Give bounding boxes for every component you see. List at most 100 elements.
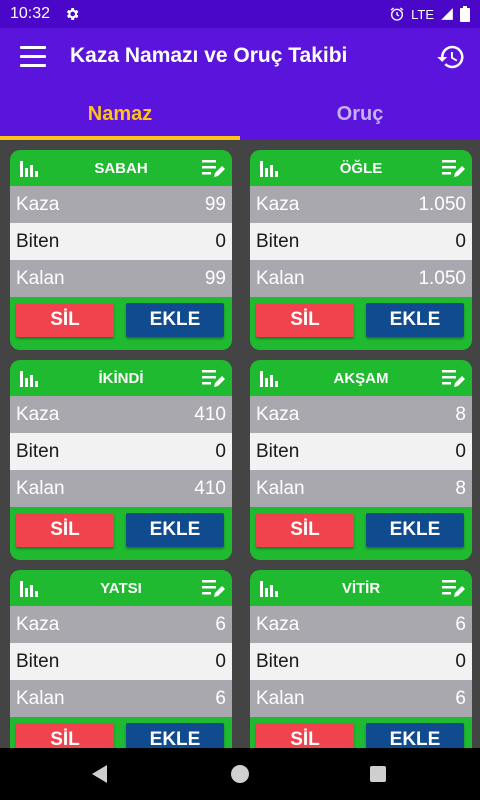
kaza-value: 99 <box>204 194 226 215</box>
card-title: VİTİR <box>341 579 381 597</box>
tab-oruc[interactable]: Oruç <box>240 88 480 140</box>
card-title: ÖĞLE <box>339 159 383 177</box>
biten-label: Biten <box>16 441 60 462</box>
edit-list-icon[interactable] <box>442 367 466 389</box>
bar-chart-icon[interactable] <box>20 579 38 597</box>
kalan-label: Kalan <box>16 268 65 289</box>
sil-button[interactable]: SİL <box>256 723 354 748</box>
card-header: VİTİR <box>250 570 472 606</box>
recents-icon[interactable] <box>370 766 386 782</box>
status-time: 10:32 <box>10 5 51 22</box>
navigation-bar <box>0 748 480 800</box>
card-title: İKİNDİ <box>98 369 144 387</box>
prayer-card: VİTİR Kaza 6 Biten 0 Kalan 6 SİL EKLE <box>250 570 472 748</box>
sil-button[interactable]: SİL <box>16 303 114 337</box>
kaza-label: Kaza <box>256 404 300 425</box>
edit-list-icon[interactable] <box>202 367 226 389</box>
biten-value: 0 <box>215 441 226 462</box>
bar-chart-icon[interactable] <box>20 369 38 387</box>
kaza-value: 6 <box>455 614 466 635</box>
biten-value: 0 <box>215 231 226 252</box>
edit-list-icon[interactable] <box>442 577 466 599</box>
kaza-label: Kaza <box>256 194 300 215</box>
ekle-button[interactable]: EKLE <box>126 303 224 337</box>
kalan-row: Kalan 6 <box>250 680 472 717</box>
prayer-card: SABAH Kaza 99 Biten 0 Kalan 99 SİL EKLE <box>10 150 232 350</box>
alarm-icon <box>390 7 404 21</box>
bar-chart-icon[interactable] <box>260 369 278 387</box>
tab-namaz[interactable]: Namaz <box>0 88 240 140</box>
biten-value: 0 <box>455 441 466 462</box>
app-bar: Kaza Namazı ve Oruç Takibi <box>0 28 480 88</box>
kalan-label: Kalan <box>16 688 65 709</box>
edit-list-icon[interactable] <box>202 577 226 599</box>
biten-value: 0 <box>455 231 466 252</box>
ekle-button[interactable]: EKLE <box>366 303 464 337</box>
biten-label: Biten <box>256 231 300 252</box>
sil-button[interactable]: SİL <box>16 513 114 547</box>
bar-chart-icon[interactable] <box>260 159 278 177</box>
kaza-row: Kaza 99 <box>10 186 232 223</box>
kaza-row: Kaza 8 <box>250 396 472 433</box>
prayer-card: İKİNDİ Kaza 410 Biten 0 Kalan 410 SİL EK… <box>10 360 232 560</box>
prayer-cards-grid: SABAH Kaza 99 Biten 0 Kalan 99 SİL EKLE <box>0 140 480 748</box>
ekle-button[interactable]: EKLE <box>366 723 464 748</box>
status-bar: 10:32 LTE <box>0 0 480 28</box>
home-icon[interactable] <box>231 765 249 783</box>
signal-icon <box>441 8 453 20</box>
kalan-row: Kalan 410 <box>10 470 232 507</box>
gear-icon <box>66 8 79 20</box>
sil-button[interactable]: SİL <box>16 723 114 748</box>
biten-row: Biten 0 <box>10 643 232 680</box>
kalan-label: Kalan <box>256 268 305 289</box>
bar-chart-icon[interactable] <box>20 159 38 177</box>
kaza-row: Kaza 1.050 <box>250 186 472 223</box>
biten-row: Biten 0 <box>10 223 232 260</box>
ekle-button[interactable]: EKLE <box>126 723 224 748</box>
card-title: AKŞAM <box>333 369 389 387</box>
biten-row: Biten 0 <box>10 433 232 470</box>
sil-button[interactable]: SİL <box>256 303 354 337</box>
battery-icon <box>460 6 470 22</box>
hamburger-menu-icon[interactable] <box>20 46 46 68</box>
kalan-row: Kalan 1.050 <box>250 260 472 297</box>
kaza-label: Kaza <box>16 404 60 425</box>
card-title: SABAH <box>94 159 148 177</box>
biten-value: 0 <box>215 651 226 672</box>
app-title: Kaza Namazı ve Oruç Takibi <box>70 44 348 67</box>
bar-chart-icon[interactable] <box>260 579 278 597</box>
card-title: YATSI <box>100 579 142 597</box>
kalan-row: Kalan 99 <box>10 260 232 297</box>
kaza-label: Kaza <box>256 614 300 635</box>
kaza-label: Kaza <box>16 194 60 215</box>
edit-list-icon[interactable] <box>202 157 226 179</box>
kalan-value: 410 <box>194 478 226 499</box>
biten-label: Biten <box>16 231 60 252</box>
card-header: SABAH <box>10 150 232 186</box>
sil-button[interactable]: SİL <box>256 513 354 547</box>
kalan-label: Kalan <box>16 478 65 499</box>
kaza-value: 1.050 <box>418 194 466 215</box>
kalan-value: 99 <box>204 268 226 289</box>
kalan-row: Kalan 6 <box>10 680 232 717</box>
kalan-label: Kalan <box>256 688 305 709</box>
kalan-value: 6 <box>455 688 466 709</box>
kaza-value: 8 <box>455 404 466 425</box>
card-header: AKŞAM <box>250 360 472 396</box>
kalan-value: 6 <box>215 688 226 709</box>
history-icon[interactable] <box>436 42 466 72</box>
status-indicators: LTE <box>389 0 470 28</box>
back-icon[interactable] <box>92 765 107 783</box>
card-header: İKİNDİ <box>10 360 232 396</box>
ekle-button[interactable]: EKLE <box>126 513 224 547</box>
biten-label: Biten <box>256 441 300 462</box>
edit-list-icon[interactable] <box>442 157 466 179</box>
biten-row: Biten 0 <box>250 643 472 680</box>
ekle-button[interactable]: EKLE <box>366 513 464 547</box>
card-header: YATSI <box>10 570 232 606</box>
card-header: ÖĞLE <box>250 150 472 186</box>
kaza-row: Kaza 6 <box>250 606 472 643</box>
kaza-row: Kaza 6 <box>10 606 232 643</box>
kaza-row: Kaza 410 <box>10 396 232 433</box>
network-type: LTE <box>411 6 434 22</box>
